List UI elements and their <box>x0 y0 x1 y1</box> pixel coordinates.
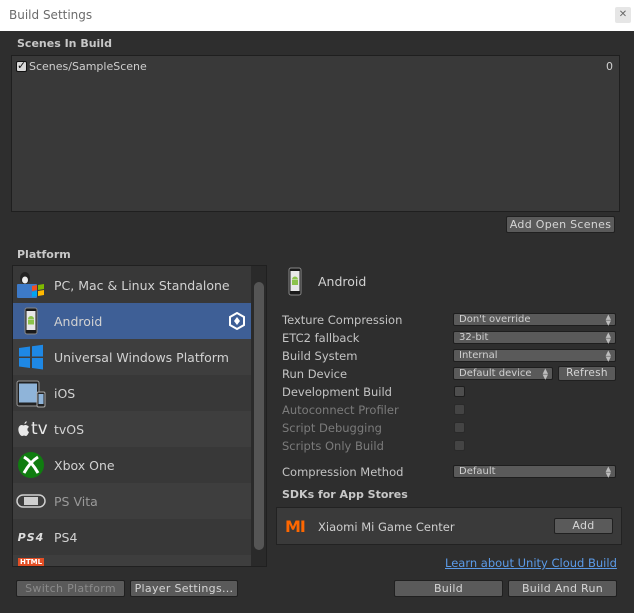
platform-label: PS4 <box>54 530 78 545</box>
xbox-icon <box>16 450 46 480</box>
ps4-icon-text: PS4 <box>17 530 45 544</box>
dropdown-arrows-icon: ▲ ▼ <box>605 349 611 363</box>
texture-compression-label: Texture Compression <box>282 313 403 327</box>
dropdown-value: Default <box>459 466 496 477</box>
close-icon[interactable]: ✕ <box>615 7 631 23</box>
build-and-run-button[interactable]: Build And Run <box>508 580 617 597</box>
autoconnect-profiler-label: Autoconnect Profiler <box>282 403 399 417</box>
platform-item-uwp[interactable]: Universal Windows Platform <box>13 339 252 375</box>
sdks-header: SDKs for App Stores <box>282 488 408 501</box>
platform-item-ps4[interactable]: PS4 PS4 <box>13 519 252 555</box>
development-build-label: Development Build <box>282 385 392 399</box>
dropdown-arrows-icon: ▲ ▼ <box>605 331 611 345</box>
scene-checkbox[interactable] <box>16 59 27 72</box>
platform-label: iOS <box>54 386 76 401</box>
platform-item-standalone[interactable]: PC, Mac & Linux Standalone <box>13 267 252 303</box>
scene-row[interactable]: Scenes/SampleScene 0 <box>14 59 617 75</box>
platform-item-ios[interactable]: iOS <box>13 375 252 411</box>
run-device-dropdown[interactable]: Default device ▲ ▼ <box>453 367 553 381</box>
dropdown-arrows-icon: ▲ ▼ <box>605 313 611 327</box>
pc-mac-linux-icon <box>16 270 46 300</box>
ios-icon <box>16 378 46 408</box>
etc2-fallback-label: ETC2 fallback <box>282 331 360 345</box>
build-button[interactable]: Build <box>394 580 503 597</box>
dropdown-value: Internal <box>459 350 498 361</box>
html5-icon: HTML <box>16 558 46 566</box>
platform-header: Platform <box>17 248 71 261</box>
android-icon <box>16 306 46 336</box>
appletv-icon: tv <box>16 414 48 444</box>
window-title: Build Settings <box>9 8 93 22</box>
platform-label: PS Vita <box>54 494 98 509</box>
switch-platform-button[interactable]: Switch Platform <box>16 580 125 597</box>
platform-item-android[interactable]: Android <box>13 303 252 339</box>
scene-name: Scenes/SampleScene <box>29 60 147 73</box>
platform-label: Android <box>54 314 103 329</box>
refresh-button[interactable]: Refresh <box>558 366 616 381</box>
autoconnect-profiler-checkbox[interactable] <box>454 404 465 415</box>
tv-icon-text: tv <box>31 419 48 439</box>
dropdown-value: Don't override <box>459 314 531 325</box>
sdk-row: MI Xiaomi Mi Game Center Add <box>276 507 622 545</box>
platform-item-tvos[interactable]: tv tvOS <box>13 411 252 447</box>
player-settings-button[interactable]: Player Settings... <box>130 580 238 597</box>
xiaomi-icon: MI <box>285 517 306 536</box>
platform-item-psvita[interactable]: PS Vita <box>13 483 252 519</box>
compression-method-label: Compression Method <box>282 465 404 479</box>
psvita-icon <box>16 486 46 516</box>
platform-label: Xbox One <box>54 458 115 473</box>
etc2-fallback-dropdown[interactable]: 32-bit ▲ ▼ <box>453 331 616 345</box>
script-debugging-label: Script Debugging <box>282 421 382 435</box>
dropdown-value: 32-bit <box>459 332 489 343</box>
ps4-icon: PS4 <box>16 522 46 552</box>
platform-label: tvOS <box>54 422 85 437</box>
html5-icon-text: HTML <box>17 558 45 566</box>
platform-label: PC, Mac & Linux Standalone <box>54 278 230 293</box>
scripts-only-build-label: Scripts Only Build <box>282 439 384 453</box>
script-debugging-checkbox[interactable] <box>454 422 465 433</box>
cloud-build-link[interactable]: Learn about Unity Cloud Build <box>445 556 617 570</box>
texture-compression-dropdown[interactable]: Don't override ▲ ▼ <box>453 313 616 327</box>
windows-icon <box>16 342 46 372</box>
platform-settings-title: Android <box>318 274 367 289</box>
add-sdk-button[interactable]: Add <box>554 518 613 534</box>
add-open-scenes-button[interactable]: Add Open Scenes <box>506 216 615 233</box>
development-build-checkbox[interactable] <box>454 386 465 397</box>
platform-list: PC, Mac & Linux Standalone Android Unive… <box>12 265 267 567</box>
window-titlebar: Build Settings ✕ <box>0 0 634 31</box>
platform-scrollbar[interactable] <box>251 266 266 566</box>
compression-method-dropdown[interactable]: Default ▲ ▼ <box>453 465 616 479</box>
scenes-header: Scenes In Build <box>17 37 112 50</box>
scene-index: 0 <box>606 60 613 73</box>
dropdown-arrows-icon: ▲ ▼ <box>542 367 548 381</box>
run-device-label: Run Device <box>282 367 348 381</box>
dropdown-arrows-icon: ▲ ▼ <box>605 465 611 479</box>
build-system-label: Build System <box>282 349 358 363</box>
unity-logo-icon <box>228 311 246 333</box>
scenes-list: Scenes/SampleScene 0 <box>11 55 620 212</box>
scripts-only-build-checkbox[interactable] <box>454 440 465 451</box>
android-icon <box>283 267 307 300</box>
dropdown-value: Default device <box>459 368 532 379</box>
sdk-name: Xiaomi Mi Game Center <box>318 520 455 534</box>
platform-item-xbox[interactable]: Xbox One <box>13 447 252 483</box>
build-system-dropdown[interactable]: Internal ▲ ▼ <box>453 349 616 363</box>
scrollbar-thumb[interactable] <box>254 282 264 550</box>
platform-item-webgl[interactable]: HTML <box>13 555 252 566</box>
platform-label: Universal Windows Platform <box>54 350 229 365</box>
